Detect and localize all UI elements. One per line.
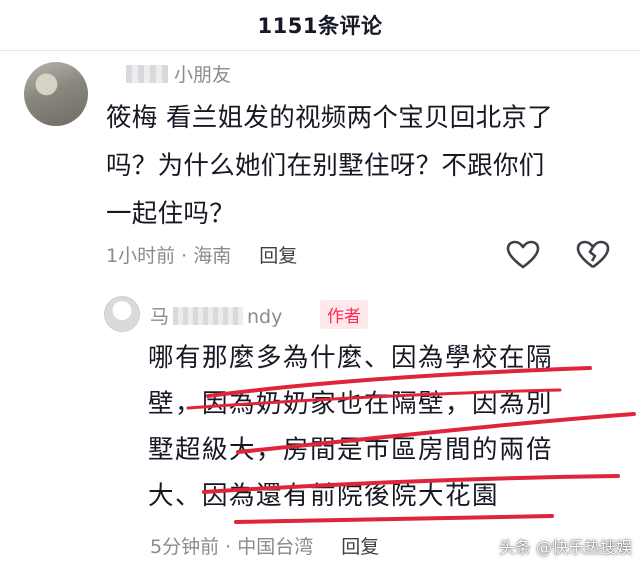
reply-text-line: 壁，因為奶奶家也在隔壁，因為別 bbox=[148, 389, 554, 419]
heart-icon[interactable] bbox=[506, 240, 540, 270]
meta-separator: · bbox=[181, 245, 194, 267]
reply-location: 中国台湾 bbox=[237, 536, 314, 558]
comments-header: 1151条评论 bbox=[0, 0, 640, 48]
reply-meta: 5分钟前 · 中国台湾 回复 bbox=[150, 532, 379, 559]
comment-meta: 1小时前 · 海南 回复 bbox=[106, 241, 297, 268]
comment-count-title: 1151条评论 bbox=[257, 14, 383, 38]
reply-text-line: 哪有那麼多為什麼、因為學校在隔 bbox=[148, 343, 554, 373]
reply-time: 5分钟前 bbox=[150, 536, 220, 558]
comment-text-line: 一起住吗？ bbox=[106, 199, 236, 229]
reply-author[interactable]: 马 ndy bbox=[150, 302, 282, 329]
reply-button[interactable]: 回复 bbox=[259, 245, 297, 267]
blurred-username bbox=[173, 307, 244, 325]
reply-button[interactable]: 回复 bbox=[341, 536, 379, 558]
comment-author[interactable]: 小朋友 bbox=[126, 60, 231, 87]
comment-location: 海南 bbox=[193, 245, 232, 267]
avatar[interactable] bbox=[24, 62, 88, 126]
comment-time: 1小时前 bbox=[106, 245, 176, 267]
header-divider bbox=[0, 50, 640, 51]
reply-text-line: 大、因為還有前院後院大花園 bbox=[148, 481, 500, 511]
comment-text-line: 吗？为什么她们在别墅住呀？不跟你们 bbox=[106, 151, 545, 181]
meta-separator: · bbox=[225, 536, 238, 558]
broken-heart-icon[interactable] bbox=[576, 240, 610, 270]
author-badge: 作者 bbox=[320, 300, 368, 329]
watermark-text: 头条 @快乐热搜娱 bbox=[498, 538, 632, 557]
reply-text-line: 墅超級大，房間是市區房間的兩倍 bbox=[148, 435, 554, 465]
avatar[interactable] bbox=[104, 296, 140, 332]
comment-text: 筱梅 看兰姐发的视频两个宝贝回北京了 吗？为什么她们在别墅住呀？不跟你们 一起住… bbox=[106, 94, 616, 238]
comment-text-line: 筱梅 看兰姐发的视频两个宝贝回北京了 bbox=[106, 103, 554, 133]
reply-text: 哪有那麼多為什麼、因為學校在隔 壁，因為奶奶家也在隔壁，因為別 墅超級大，房間是… bbox=[148, 335, 618, 519]
blurred-username bbox=[126, 65, 168, 83]
